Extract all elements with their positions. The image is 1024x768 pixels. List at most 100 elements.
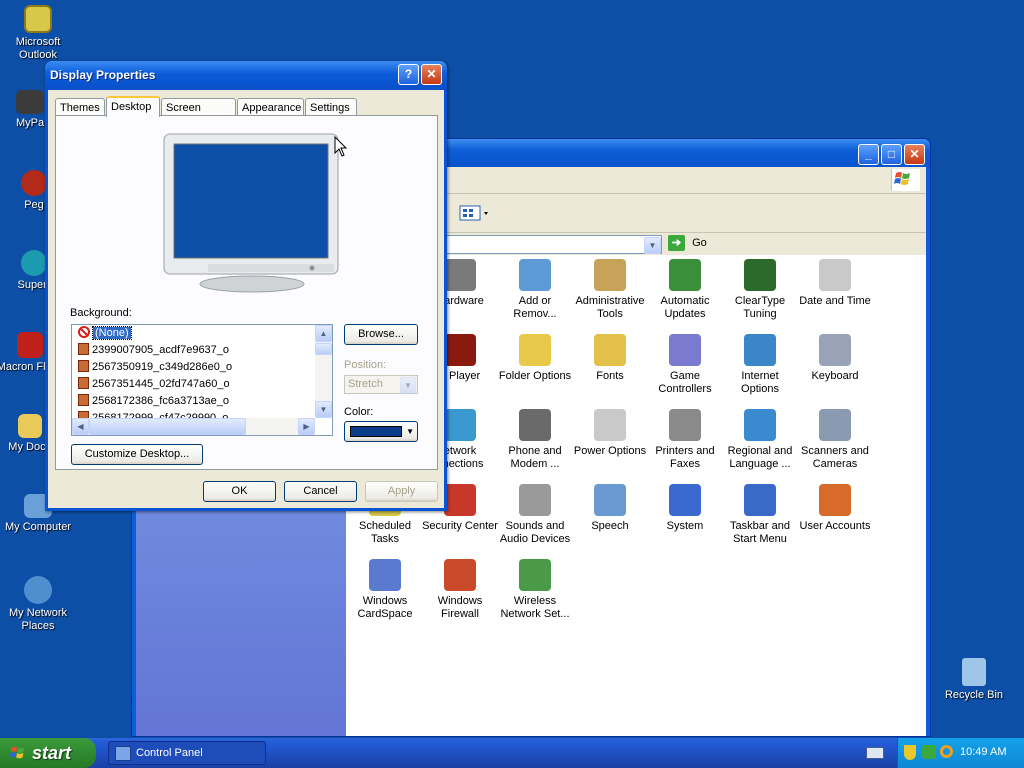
control-panel-item[interactable]: Fonts [571,334,649,383]
scroll-up-button[interactable]: ▲ [315,325,332,342]
network-icon[interactable] [922,745,936,759]
control-panel-item-label: Folder Options [498,370,572,382]
browse-button[interactable]: Browse... [344,324,418,345]
control-panel-item[interactable]: User Accounts [796,484,874,533]
tab-themes[interactable]: Themes [55,98,105,116]
recycle-bin-icon [962,658,986,686]
tab-appearance[interactable]: Appearance [237,98,304,116]
control-panel-item-icon [669,259,701,291]
control-panel-item[interactable]: Windows Firewall [421,559,499,621]
tab-settings[interactable]: Settings [305,98,357,116]
control-panel-item[interactable]: Taskbar and Start Menu [721,484,799,546]
control-panel-item-icon [594,409,626,441]
horizontal-scrollbar[interactable]: ◀ ▶ [72,418,315,435]
scroll-down-button[interactable]: ▼ [315,401,332,418]
customize-desktop-button[interactable]: Customize Desktop... [71,444,203,465]
maximize-button[interactable]: □ [881,144,902,165]
control-panel-item[interactable]: Sounds and Audio Devices [496,484,574,546]
control-panel-item[interactable]: Keyboard [796,334,874,383]
vertical-scrollbar[interactable]: ▲ ▼ [315,325,332,418]
app-icon [16,90,44,114]
control-panel-item-icon [369,559,401,591]
control-panel-item[interactable]: Windows CardSpace [346,559,424,621]
control-panel-icon [115,746,131,761]
tab-desktop[interactable]: Desktop [106,96,160,117]
background-listbox[interactable]: (None) 2399007905_acdf7e9637_o 256735091… [71,324,333,436]
position-dropdown-button[interactable]: ▼ [400,377,416,394]
chevron-down-icon: ▼ [648,241,657,250]
list-item[interactable]: 2567351445_02fd747a60_o [72,376,332,393]
start-button[interactable]: start [0,738,96,768]
color-picker-button[interactable]: ▼ [344,421,418,442]
control-panel-item-label: System [666,520,704,532]
maximize-icon: □ [887,147,896,161]
control-panel-item[interactable]: Phone and Modem ... [496,409,574,471]
go-button[interactable]: ➔ Go [668,235,716,254]
search-icon[interactable] [940,745,953,758]
control-panel-item[interactable]: Internet Options [721,334,799,396]
list-item[interactable]: 2568172386_fc6a3713ae_o [72,393,332,410]
control-panel-item-icon [819,259,851,291]
desktop-icon-recycle-bin[interactable]: Recycle Bin [936,658,1012,702]
control-panel-item[interactable]: Printers and Faxes [646,409,724,471]
control-panel-item[interactable]: Date and Time [796,259,874,308]
flash-icon [17,332,43,358]
control-panel-item[interactable]: Game Controllers [646,334,724,396]
list-item[interactable]: 2399007905_acdf7e9637_o [72,342,332,359]
control-panel-item[interactable]: ClearType Tuning [721,259,799,321]
address-dropdown-button[interactable]: ▼ [644,237,661,254]
close-button[interactable]: ✕ [904,144,925,165]
control-panel-item[interactable]: Scanners and Cameras [796,409,874,471]
clock[interactable]: 10:49 AM [960,746,1006,758]
scroll-right-button[interactable]: ▶ [298,418,315,435]
preview-screen [173,143,329,259]
control-panel-item-icon [819,409,851,441]
cancel-button[interactable]: Cancel [284,481,357,502]
control-panel-item[interactable]: Add or Remov... [496,259,574,321]
network-icon [24,576,52,604]
image-file-icon [78,377,89,389]
control-panel-item-icon [444,559,476,591]
ok-button[interactable]: OK [203,481,276,502]
close-icon: ✕ [426,67,437,81]
system-tray: 10:49 AM [897,738,1024,768]
position-select[interactable]: Stretch ▼ [344,375,418,394]
control-panel-item[interactable]: Administrative Tools [571,259,649,321]
control-panel-item-label: ClearType Tuning [734,295,786,320]
control-panel-item-icon [519,484,551,516]
control-panel-item-label: Windows CardSpace [357,595,413,620]
control-panel-item-icon [744,484,776,516]
security-shield-icon[interactable] [904,745,916,760]
list-item[interactable]: 2567350919_c349d286e0_o [72,359,332,376]
minimize-button[interactable]: _ [858,144,879,165]
help-icon: ? [404,67,413,81]
none-icon [78,326,90,338]
control-panel-item[interactable]: Speech [571,484,649,533]
list-item[interactable]: (None) [72,325,332,342]
control-panel-item[interactable]: Wireless Network Set... [496,559,574,621]
control-panel-item[interactable]: System [646,484,724,533]
control-panel-item[interactable]: Folder Options [496,334,574,383]
scroll-thumb[interactable] [315,343,332,355]
control-panel-item-icon [819,484,851,516]
dialog-close-button[interactable]: ✕ [421,64,442,85]
control-panel-item-icon [594,484,626,516]
keyboard-icon[interactable] [866,747,884,759]
taskbar-item-control-panel[interactable]: Control Panel [108,741,266,765]
views-button[interactable] [458,203,492,223]
chevron-down-icon: ▼ [319,405,328,414]
chevron-down-icon: ▼ [406,427,414,436]
desktop-icon-my-network-places[interactable]: My Network Places [0,576,76,633]
hscroll-thumb[interactable] [89,418,246,435]
control-panel-item[interactable]: Power Options [571,409,649,458]
tab-screen-saver[interactable]: Screen Saver [161,98,236,132]
apply-button[interactable]: Apply [365,481,438,502]
chevron-left-icon: ◀ [77,422,84,431]
scroll-left-button[interactable]: ◀ [72,418,89,435]
help-button[interactable]: ? [398,64,419,85]
control-panel-item-label: Scheduled Tasks [359,520,411,545]
control-panel-item[interactable]: Regional and Language ... [721,409,799,471]
control-panel-item[interactable]: Automatic Updates [646,259,724,321]
dialog-titlebar[interactable]: Display Properties ? ✕ [45,61,447,90]
desktop-icon-outlook[interactable]: Microsoft Outlook [0,5,76,62]
